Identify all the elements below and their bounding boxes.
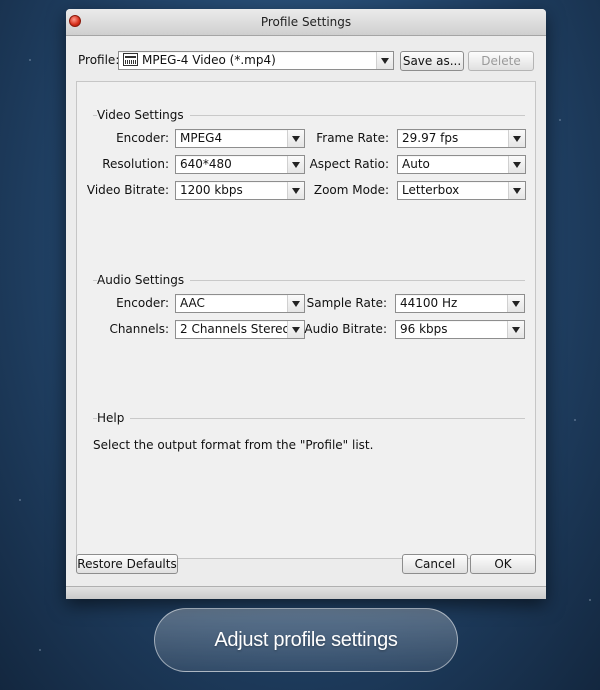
- resolution-value: 640*480: [180, 157, 232, 171]
- help-text: Select the output format from the "Profi…: [93, 438, 374, 452]
- settings-panel: Video Settings Encoder: MPEG4 Resolution…: [76, 81, 536, 559]
- channels-select[interactable]: 2 Channels Stereo: [175, 320, 305, 339]
- zoom-mode-value: Letterbox: [402, 183, 460, 197]
- profile-label: Profile:: [78, 53, 120, 67]
- chevron-down-icon: [376, 52, 393, 69]
- profile-value: MPEG-4 Video (*.mp4): [142, 53, 276, 67]
- chevron-down-icon: [508, 130, 525, 147]
- save-as-button[interactable]: Save as...: [400, 51, 464, 71]
- chevron-down-icon: [507, 295, 524, 312]
- video-encoder-value: MPEG4: [180, 131, 223, 145]
- audio-encoder-select[interactable]: AAC: [175, 294, 305, 313]
- channels-label: Channels:: [109, 322, 169, 336]
- zoom-mode-label: Zoom Mode:: [313, 183, 389, 197]
- video-bitrate-value: 1200 kbps: [180, 183, 243, 197]
- video-encoder-label: Encoder:: [116, 131, 169, 145]
- ok-button[interactable]: OK: [470, 554, 536, 574]
- chevron-down-icon: [507, 321, 524, 338]
- help-title: Help: [97, 411, 131, 425]
- profile-select[interactable]: MPEG-4 Video (*.mp4): [118, 51, 394, 70]
- audio-encoder-value: AAC: [180, 296, 205, 310]
- aspect-ratio-value: Auto: [402, 157, 430, 171]
- audio-bitrate-value: 96 kbps: [400, 322, 448, 336]
- video-settings-title: Video Settings: [97, 108, 190, 122]
- channels-value: 2 Channels Stereo: [180, 322, 290, 336]
- video-encoder-select[interactable]: MPEG4: [175, 129, 305, 148]
- frame-rate-value: 29.97 fps: [402, 131, 459, 145]
- video-bitrate-label: Video Bitrate:: [86, 183, 169, 197]
- frame-rate-select[interactable]: 29.97 fps: [397, 129, 526, 148]
- frame-rate-label: Frame Rate:: [316, 131, 389, 145]
- aspect-ratio-label: Aspect Ratio:: [309, 157, 389, 171]
- audio-bitrate-select[interactable]: 96 kbps: [395, 320, 525, 339]
- cancel-button[interactable]: Cancel: [402, 554, 468, 574]
- profile-settings-dialog: Profile Settings Profile: MPEG-4 Video (…: [66, 9, 546, 599]
- sample-rate-value: 44100 Hz: [400, 296, 458, 310]
- video-bitrate-select[interactable]: 1200 kbps: [175, 181, 305, 200]
- resolution-select[interactable]: 640*480: [175, 155, 305, 174]
- chevron-down-icon: [287, 321, 304, 338]
- restore-defaults-button[interactable]: Restore Defaults: [76, 554, 178, 574]
- audio-bitrate-label: Audio Bitrate:: [304, 322, 387, 336]
- chevron-down-icon: [508, 156, 525, 173]
- window-footer: [66, 586, 546, 599]
- help-divider: [93, 418, 525, 419]
- sample-rate-select[interactable]: 44100 Hz: [395, 294, 525, 313]
- chevron-down-icon: [287, 295, 304, 312]
- mpeg-icon: [123, 53, 138, 66]
- zoom-mode-select[interactable]: Letterbox: [397, 181, 526, 200]
- chevron-down-icon: [287, 130, 304, 147]
- chevron-down-icon: [287, 156, 304, 173]
- resolution-label: Resolution:: [102, 157, 169, 171]
- window-title: Profile Settings: [260, 15, 352, 29]
- title-bar: Profile Settings: [66, 9, 546, 36]
- audio-encoder-label: Encoder:: [116, 296, 169, 310]
- audio-settings-title: Audio Settings: [97, 273, 191, 287]
- sample-rate-label: Sample Rate:: [306, 296, 387, 310]
- delete-button[interactable]: Delete: [468, 51, 534, 71]
- aspect-ratio-select[interactable]: Auto: [397, 155, 526, 174]
- chevron-down-icon: [508, 182, 525, 199]
- chevron-down-icon: [287, 182, 304, 199]
- feature-caption: Adjust profile settings: [154, 608, 458, 672]
